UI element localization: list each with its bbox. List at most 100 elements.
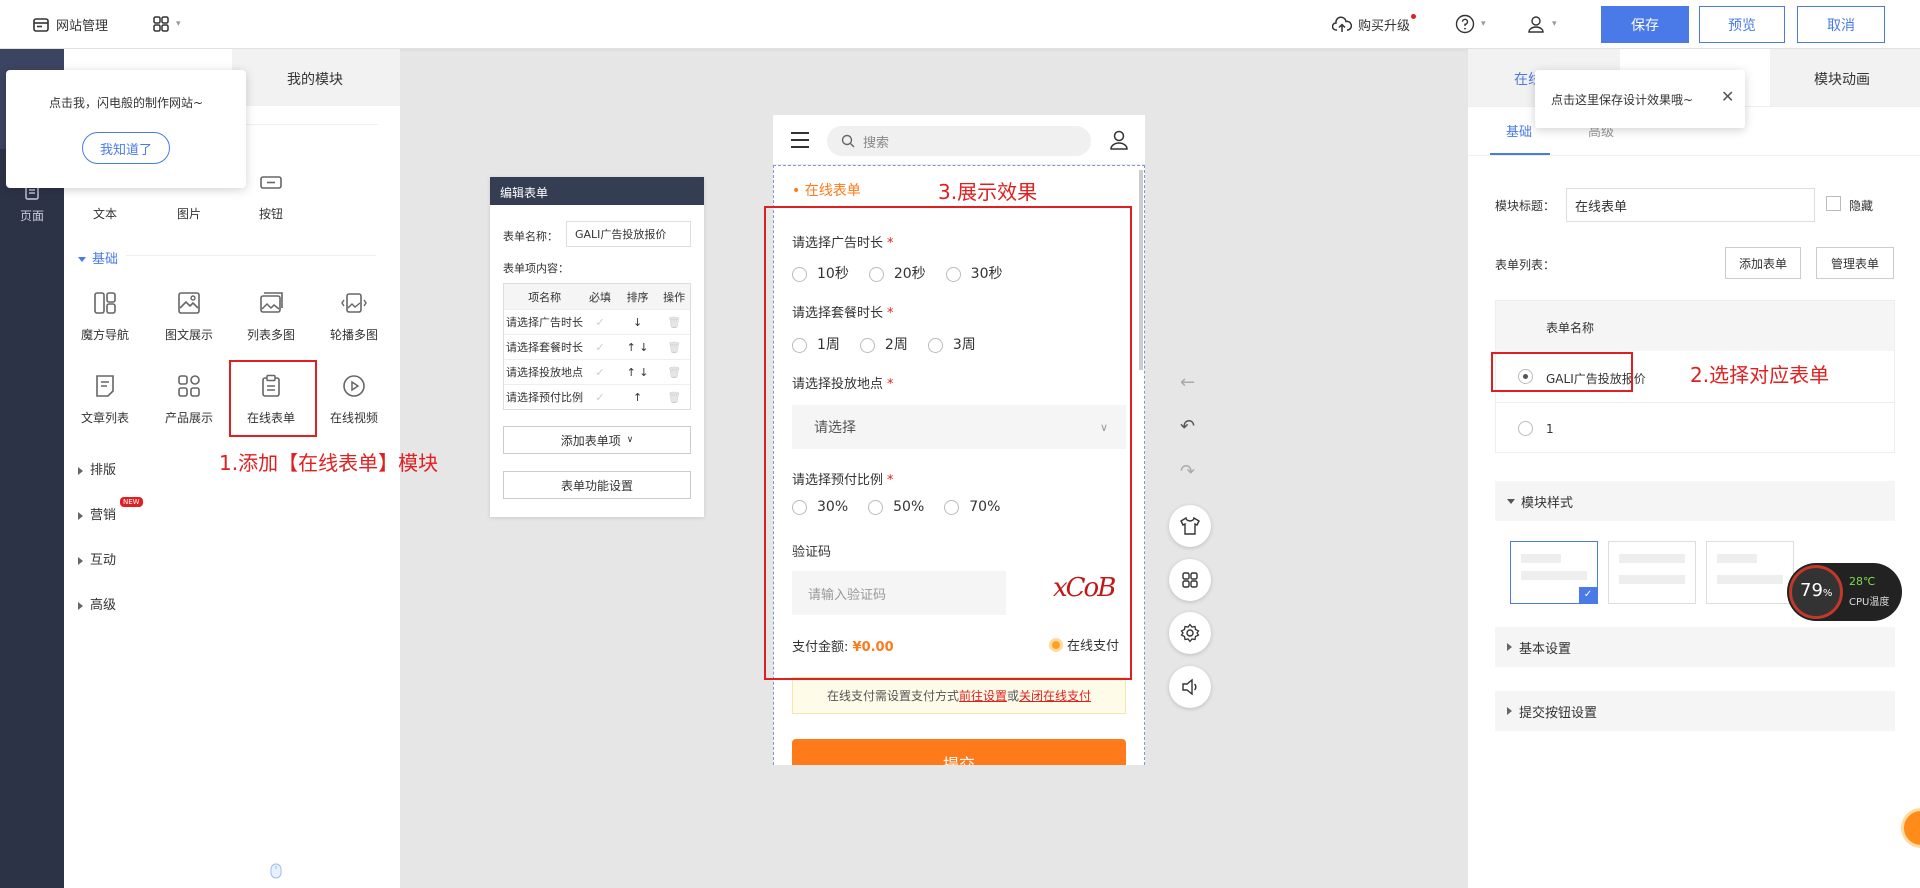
- comp-product-display[interactable]: 产品展示: [149, 373, 229, 426]
- submit-button[interactable]: 提交: [792, 739, 1126, 765]
- caret-right-icon: [1507, 707, 1512, 715]
- redo-icon[interactable]: ↷: [1180, 461, 1195, 482]
- settings-tool[interactable]: [1169, 612, 1211, 654]
- add-form-button[interactable]: 添加表单: [1725, 247, 1801, 279]
- theme-tool[interactable]: [1169, 505, 1211, 547]
- trash-icon[interactable]: 🗑: [658, 341, 690, 354]
- site-manage-menu[interactable]: 网站管理: [32, 15, 108, 34]
- search-icon: [841, 134, 855, 148]
- form-items-label: 表单项内容：: [503, 262, 569, 275]
- comp-label: 列表多图: [246, 328, 295, 342]
- new-badge: NEW: [120, 497, 143, 507]
- search-input[interactable]: 搜索: [827, 126, 1091, 156]
- comp-label: 产品展示: [164, 411, 213, 425]
- group-layout[interactable]: 排版: [78, 459, 116, 478]
- trash-icon[interactable]: 🗑: [658, 316, 690, 329]
- group-label: 营销: [90, 508, 117, 523]
- module-title-input[interactable]: 在线表单: [1566, 188, 1815, 222]
- user-menu[interactable]: ▾: [1526, 14, 1557, 34]
- style-option-2[interactable]: [1608, 541, 1696, 604]
- help-menu[interactable]: ▾: [1455, 14, 1486, 34]
- style-option-3[interactable]: [1706, 541, 1794, 604]
- buy-upgrade-link[interactable]: 购买升级: [1332, 14, 1417, 34]
- form-list-row[interactable]: 1: [1496, 403, 1894, 453]
- edit-form-header: 编辑表单: [490, 177, 704, 205]
- sort-arrows[interactable]: ↑ ↓: [617, 341, 659, 354]
- comp-image-text[interactable]: 图文展示: [149, 290, 229, 343]
- add-form-item-button[interactable]: 添加表单项 ∨: [503, 426, 691, 454]
- annotation-box-online-form: [229, 360, 317, 437]
- button-icon: [260, 176, 282, 189]
- module-style-section[interactable]: 模块样式: [1495, 481, 1895, 521]
- comp-label: 文章列表: [80, 411, 129, 425]
- arrow-left-icon[interactable]: ←: [1180, 372, 1195, 393]
- submit-button-settings-section[interactable]: 提交按钮设置: [1495, 691, 1895, 731]
- check-icon[interactable]: ✓: [583, 391, 617, 404]
- comp-label: 魔方导航: [80, 328, 129, 342]
- sort-arrows[interactable]: ↑: [617, 391, 659, 404]
- close-online-pay-link[interactable]: 关闭在线支付: [1019, 687, 1091, 704]
- annotation-step1: 1.添加【在线表单】模块: [219, 451, 439, 475]
- chevron-down-icon: ∨: [626, 435, 634, 445]
- group-advanced[interactable]: 高级: [78, 594, 116, 613]
- caret-down-icon: [78, 257, 86, 262]
- section-label: 基本设置: [1519, 641, 1572, 657]
- modules-tool[interactable]: [1169, 559, 1211, 601]
- gear-icon: [1180, 623, 1200, 643]
- got-it-button[interactable]: 我知道了: [82, 132, 170, 164]
- comp-label: 在线视频: [329, 411, 378, 425]
- apps-menu[interactable]: ▾: [152, 15, 181, 33]
- group-interaction[interactable]: 互动: [78, 549, 116, 568]
- manage-form-button[interactable]: 管理表单: [1816, 247, 1894, 279]
- settings-panel: 在线 模块动画 基础 高级: [1468, 49, 1920, 888]
- rail-pages-label[interactable]: 页面: [0, 207, 64, 224]
- caret-right-icon: [78, 511, 83, 520]
- article-icon: [96, 375, 114, 397]
- form-name-input[interactable]: GALI广告投放报价: [566, 221, 691, 247]
- trash-icon[interactable]: 🗑: [658, 366, 690, 379]
- sort-arrows[interactable]: ↑ ↓: [617, 366, 659, 379]
- form-name-col-header: 表单名称: [1546, 321, 1595, 335]
- hide-checkbox[interactable]: [1826, 196, 1841, 211]
- check-icon[interactable]: ✓: [583, 341, 617, 354]
- menu-icon[interactable]: [790, 131, 810, 149]
- caret-right-icon: [78, 556, 83, 565]
- divider: [1468, 155, 1920, 156]
- sound-tool[interactable]: [1169, 666, 1211, 708]
- form-items-table: 项名称 必填 排序 操作 请选择广告时长 ✓ ↓ 🗑 请选择套餐时长 ✓ ↑ ↓…: [503, 283, 691, 410]
- preview-button[interactable]: 预览: [1699, 6, 1785, 43]
- group-marketing[interactable]: 营销 NEW: [78, 497, 143, 523]
- cpu-temperature-widget[interactable]: 79% 28℃ CPU温度: [1787, 563, 1902, 621]
- table-row: 请选择投放地点 ✓ ↑ ↓ 🗑: [504, 359, 690, 384]
- comp-online-video[interactable]: 在线视频: [314, 373, 394, 426]
- check-icon[interactable]: ✓: [583, 366, 617, 379]
- comp-carousel[interactable]: 轮播多图: [314, 290, 394, 343]
- cancel-button[interactable]: 取消: [1797, 6, 1885, 43]
- tab-my-modules[interactable]: 我的模块: [287, 69, 343, 89]
- goto-settings-link[interactable]: 前往设置: [959, 687, 1007, 704]
- comp-magic-nav[interactable]: 魔方导航: [65, 290, 145, 343]
- help-icon: [1455, 14, 1475, 34]
- subtab-basic[interactable]: 基础: [1506, 121, 1532, 140]
- save-button[interactable]: 保存: [1601, 6, 1689, 43]
- trash-icon[interactable]: 🗑: [658, 391, 690, 404]
- basic-settings-section[interactable]: 基本设置: [1495, 627, 1895, 667]
- shirt-icon: [1180, 517, 1200, 535]
- tab-module-animation[interactable]: 模块动画: [1814, 69, 1870, 89]
- product-grid-icon: [178, 375, 200, 397]
- add-item-label: 添加表单项: [560, 433, 621, 448]
- undo-icon[interactable]: ↶: [1180, 416, 1195, 437]
- check-icon[interactable]: ✓: [583, 316, 617, 329]
- scrollbar[interactable]: [1139, 170, 1143, 370]
- sort-arrows[interactable]: ↓: [617, 316, 659, 329]
- form-settings-button[interactable]: 表单功能设置: [503, 471, 691, 499]
- user-icon[interactable]: [1109, 129, 1129, 151]
- comp-article-list[interactable]: 文章列表: [65, 373, 145, 426]
- comp-label: 轮播多图: [329, 328, 378, 342]
- close-icon[interactable]: ✕: [1721, 87, 1734, 106]
- user-icon: [1528, 16, 1544, 33]
- comp-list-multi-image[interactable]: 列表多图: [231, 290, 311, 343]
- style-option-1[interactable]: ✓: [1510, 541, 1598, 604]
- group-basic[interactable]: 基础: [78, 248, 118, 267]
- comp-label: 图文展示: [164, 328, 213, 342]
